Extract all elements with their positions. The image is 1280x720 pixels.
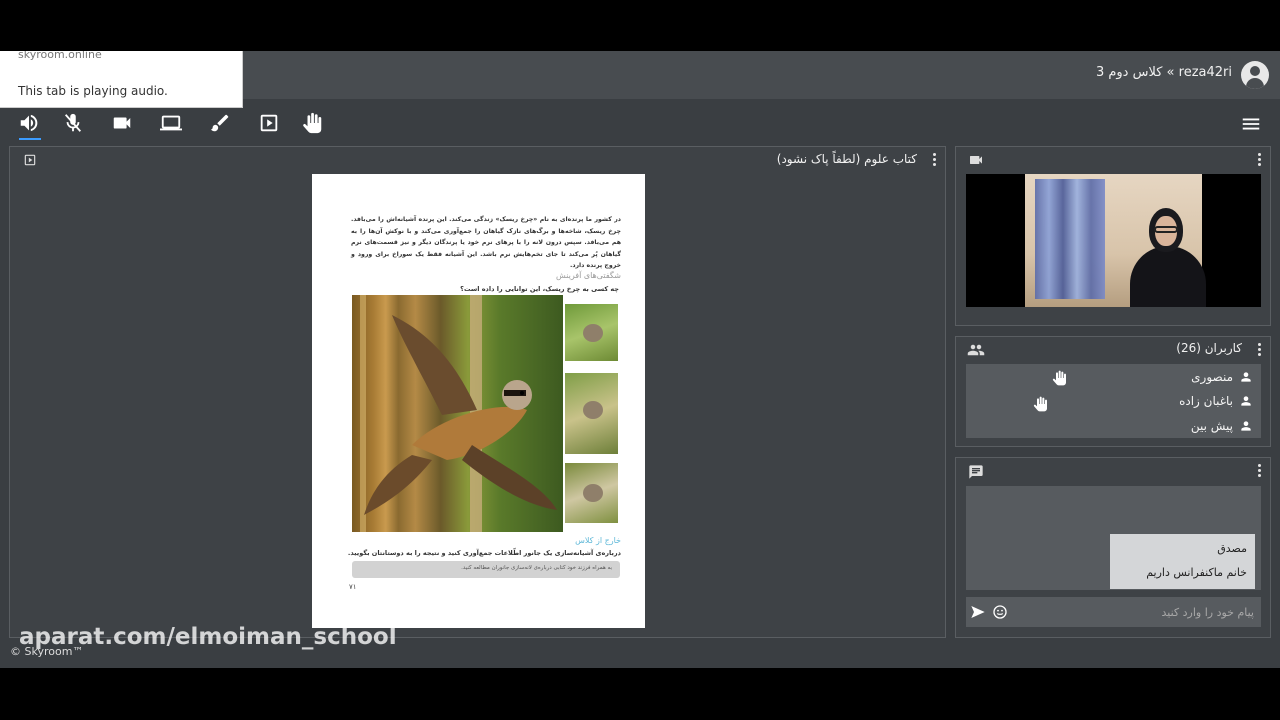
list-item[interactable]: پیش بین [966,414,1261,438]
users-title: کاربران (26) [1176,341,1242,355]
laptop-icon[interactable] [158,110,184,136]
users-list: منصوری باغبان زاده پیش بین [966,364,1261,438]
camera-icon[interactable] [109,110,135,136]
hand-raised-icon [1033,396,1047,412]
teacher-video[interactable] [966,174,1261,307]
camera-icon[interactable] [968,152,984,168]
chat-messages: مصدق خانم ماکنفرانس داریم [966,486,1261,590]
page-heading-outside: خارج از کلاس [575,536,621,545]
chat-sender: مصدق [1217,542,1247,555]
video-panel [955,146,1271,326]
page-task: درباره‌ی آشیانه‌سازی یک جانور اطّلاعات ج… [347,549,621,557]
nest-thumb-2 [563,371,620,456]
presentation-panel: کتاب علوم (لطفاً پاک نشود) در کشور ما پر… [9,146,946,638]
page-note-box: به همراه فرزند خود کتابی درباره‌ی لانه‌س… [352,561,620,578]
chat-icon [969,465,983,479]
video-scene [1025,174,1206,307]
more-vert-icon[interactable] [933,153,937,167]
chat-message: مصدق خانم ماکنفرانس داریم [1110,534,1255,589]
chat-text: خانم ماکنفرانس داریم [1146,566,1247,579]
book-page: در کشور ما پرنده‌ای به نام «چرخ ریسک» زن… [312,174,645,628]
video-panel-header [956,147,1270,173]
emoji-icon[interactable] [992,604,1008,620]
page-question: چه کسی به چرخ ریسک، این توانایی را داده … [460,285,619,293]
brand-label: © Skyroom™ [10,645,84,658]
send-icon[interactable] [970,604,986,620]
chat-panel: مصدق خانم ماکنفرانس داریم [955,457,1271,638]
more-vert-icon[interactable] [1258,343,1262,357]
avatar[interactable] [1241,61,1269,89]
page-title: reza42ri » کلاس دوم 3 [1095,65,1232,80]
speaker-icon[interactable] [16,110,42,140]
brush-icon[interactable] [207,110,233,136]
user-name: باغبان زاده [1179,394,1233,408]
person-icon [1241,421,1251,431]
group-icon [967,344,985,356]
list-item[interactable]: باغبان زاده [966,389,1261,413]
more-vert-icon[interactable] [1258,153,1262,167]
page-note: به همراه فرزند خود کتابی درباره‌ی لانه‌س… [461,565,612,571]
hamburger-icon[interactable] [1240,113,1262,135]
message-input[interactable] [1016,601,1254,623]
play-box-icon[interactable] [256,110,282,136]
user-name: منصوری [1191,370,1233,384]
letterbox-bottom [0,668,1280,720]
chat-input-bar [966,597,1261,627]
users-panel: کاربران (26) منصوری باغبان زاده پیش بین [955,336,1271,447]
chat-panel-header [956,458,1270,484]
presentation-title: کتاب علوم (لطفاً پاک نشود) [776,152,917,166]
users-panel-header: کاربران (26) [956,337,1270,363]
presentation-panel-header: کتاب علوم (لطفاً پاک نشود) [10,147,945,173]
presentation-icon[interactable] [23,153,37,167]
more-vert-icon[interactable] [1258,464,1262,478]
mic-off-icon[interactable] [60,110,86,136]
skyroom-app: reza42ri » کلاس دوم 3 skyroom.online Thi… [0,51,1280,668]
page-paragraph: در کشور ما پرنده‌ای به نام «چرخ ریسک» زن… [351,216,621,269]
audio-toast: skyroom.online This tab is playing audio… [0,51,243,108]
toast-message: This tab is playing audio. [18,84,168,98]
hand-raised-icon [1052,370,1066,386]
nest-thumb-1 [563,302,620,363]
user-name: پیش بین [1190,419,1233,433]
page-subheading: شگفتی‌های آفرینش [555,271,621,280]
letterbox-top [0,0,1280,51]
person-icon [1241,372,1251,382]
bird-photo [352,295,563,532]
page-number: ۷۱ [349,583,357,591]
toast-domain: skyroom.online [18,51,102,61]
person-icon [1241,396,1251,406]
nest-thumb-3 [563,461,620,525]
toolbar [0,108,1280,140]
hand-icon[interactable] [300,110,326,136]
list-item[interactable]: منصوری [966,365,1261,389]
